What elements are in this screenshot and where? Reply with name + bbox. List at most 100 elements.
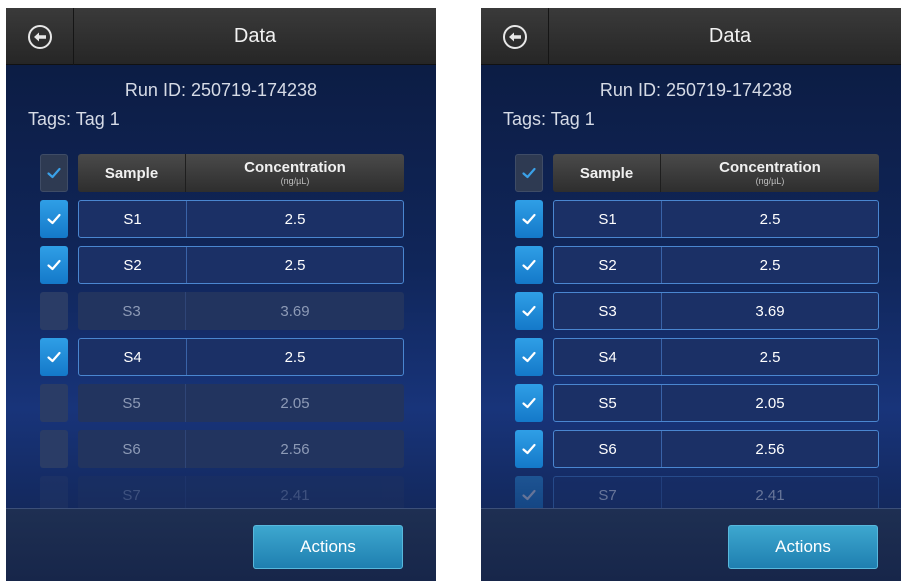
concentration-cell: 2.5 <box>284 348 306 366</box>
row-checkbox[interactable] <box>515 292 543 330</box>
row-cells[interactable]: S6 2.56 <box>78 430 404 468</box>
page-title: Data <box>708 25 752 47</box>
select-all-checkbox[interactable] <box>40 154 68 192</box>
concentration-cell: 2.5 <box>284 256 306 274</box>
actions-button[interactable]: Actions <box>253 525 403 569</box>
run-id-label: Run ID: 250719-174238 <box>124 80 318 100</box>
row-cells[interactable]: S4 2.5 <box>78 338 404 376</box>
row-cells[interactable]: S6 2.56 <box>553 430 879 468</box>
checkmark-icon <box>522 443 536 455</box>
sample-cell: S4 <box>79 339 187 375</box>
row-cells[interactable]: S5 2.05 <box>78 384 404 422</box>
row-checkbox[interactable] <box>515 246 543 284</box>
concentration-unit-label: (ng/µL) <box>280 175 310 186</box>
run-id-label: Run ID: 250719-174238 <box>599 80 793 100</box>
concentration-cell: 2.56 <box>755 440 785 458</box>
select-all-checkbox[interactable] <box>515 154 543 192</box>
row-checkbox[interactable] <box>515 384 543 422</box>
sample-cell: S6 <box>78 430 186 468</box>
sample-cell: S2 <box>554 247 662 283</box>
sample-cell: S1 <box>79 201 187 237</box>
footer-bar: Actions <box>481 508 901 581</box>
row-checkbox[interactable] <box>515 430 543 468</box>
page-title: Data <box>233 25 277 47</box>
row-checkbox[interactable] <box>40 430 68 468</box>
column-header-sample[interactable]: Sample <box>78 154 186 192</box>
table-row[interactable]: S3 3.69 <box>6 292 436 330</box>
checkmark-icon <box>47 351 61 363</box>
table-row[interactable]: S6 2.56 <box>6 430 436 468</box>
concentration-unit-label: (ng/µL) <box>755 175 785 186</box>
concentration-cell: 2.5 <box>759 210 781 228</box>
sample-cell: S3 <box>554 293 662 329</box>
sample-cell: S2 <box>79 247 187 283</box>
sample-cell: S1 <box>554 201 662 237</box>
data-screen-right: Data Run ID: 250719-174238 Tags: Tag 1 S… <box>481 8 901 581</box>
row-cells[interactable]: S1 2.5 <box>78 200 404 238</box>
checkmark-icon <box>522 167 536 179</box>
table-header: Sample Concentration (ng/µL) <box>78 154 404 192</box>
concentration-cell: 2.05 <box>280 394 310 412</box>
row-cells[interactable]: S1 2.5 <box>553 200 879 238</box>
back-button[interactable] <box>481 8 549 65</box>
sample-cell: S4 <box>554 339 662 375</box>
sample-cell: S5 <box>78 384 186 422</box>
table-row[interactable]: S2 2.5 <box>481 246 901 284</box>
table-row[interactable]: S2 2.5 <box>6 246 436 284</box>
table-row[interactable]: S4 2.5 <box>481 338 901 376</box>
row-checkbox[interactable] <box>40 246 68 284</box>
checkmark-icon <box>522 213 536 225</box>
concentration-cell: 2.5 <box>759 348 781 366</box>
concentration-cell: 3.69 <box>755 302 785 320</box>
data-screen-left: Data Run ID: 250719-174238 Tags: Tag 1 S… <box>6 8 436 581</box>
tags-label: Tags: Tag 1 <box>28 109 120 129</box>
back-arrow-circle-icon <box>27 24 52 49</box>
column-header-sample[interactable]: Sample <box>553 154 661 192</box>
row-checkbox[interactable] <box>40 384 68 422</box>
row-checkbox[interactable] <box>515 200 543 238</box>
row-cells[interactable]: S3 3.69 <box>78 292 404 330</box>
footer-bar: Actions <box>6 508 436 581</box>
row-cells[interactable]: S5 2.05 <box>553 384 879 422</box>
table-row[interactable]: S5 2.05 <box>6 384 436 422</box>
column-header-concentration[interactable]: Concentration (ng/µL) <box>186 154 404 192</box>
back-arrow-circle-icon <box>502 24 527 49</box>
concentration-cell: 2.56 <box>280 440 310 458</box>
checkmark-icon <box>522 397 536 409</box>
sample-cell: S5 <box>554 385 662 421</box>
concentration-cell: 3.69 <box>280 302 310 320</box>
column-header-concentration[interactable]: Concentration (ng/µL) <box>661 154 879 192</box>
row-cells[interactable]: S4 2.5 <box>553 338 879 376</box>
table-row[interactable]: S1 2.5 <box>6 200 436 238</box>
tags-label: Tags: Tag 1 <box>503 109 595 129</box>
row-cells[interactable]: S3 3.69 <box>553 292 879 330</box>
row-cells[interactable]: S2 2.5 <box>78 246 404 284</box>
back-button[interactable] <box>6 8 74 65</box>
table-row[interactable]: S4 2.5 <box>6 338 436 376</box>
checkmark-icon <box>47 167 61 179</box>
row-checkbox[interactable] <box>515 338 543 376</box>
title-bar: Data <box>481 8 901 65</box>
table-row[interactable]: S5 2.05 <box>481 384 901 422</box>
table-row[interactable]: S3 3.69 <box>481 292 901 330</box>
table-row[interactable]: S1 2.5 <box>481 200 901 238</box>
concentration-header-label: Concentration <box>719 158 821 176</box>
sample-cell: S6 <box>554 431 662 467</box>
row-cells[interactable]: S2 2.5 <box>553 246 879 284</box>
checkmark-icon <box>522 351 536 363</box>
row-checkbox[interactable] <box>40 292 68 330</box>
checkmark-icon <box>522 305 536 317</box>
concentration-cell: 2.5 <box>284 210 306 228</box>
checkmark-icon <box>47 259 61 271</box>
concentration-cell: 2.5 <box>759 256 781 274</box>
table-row[interactable]: S6 2.56 <box>481 430 901 468</box>
sample-cell: S3 <box>78 292 186 330</box>
concentration-header-label: Concentration <box>244 158 346 176</box>
actions-button[interactable]: Actions <box>728 525 878 569</box>
row-checkbox[interactable] <box>40 338 68 376</box>
table-header: Sample Concentration (ng/µL) <box>553 154 879 192</box>
title-bar: Data <box>6 8 436 65</box>
concentration-cell: 2.05 <box>755 394 785 412</box>
checkmark-icon <box>522 489 536 501</box>
row-checkbox[interactable] <box>40 200 68 238</box>
